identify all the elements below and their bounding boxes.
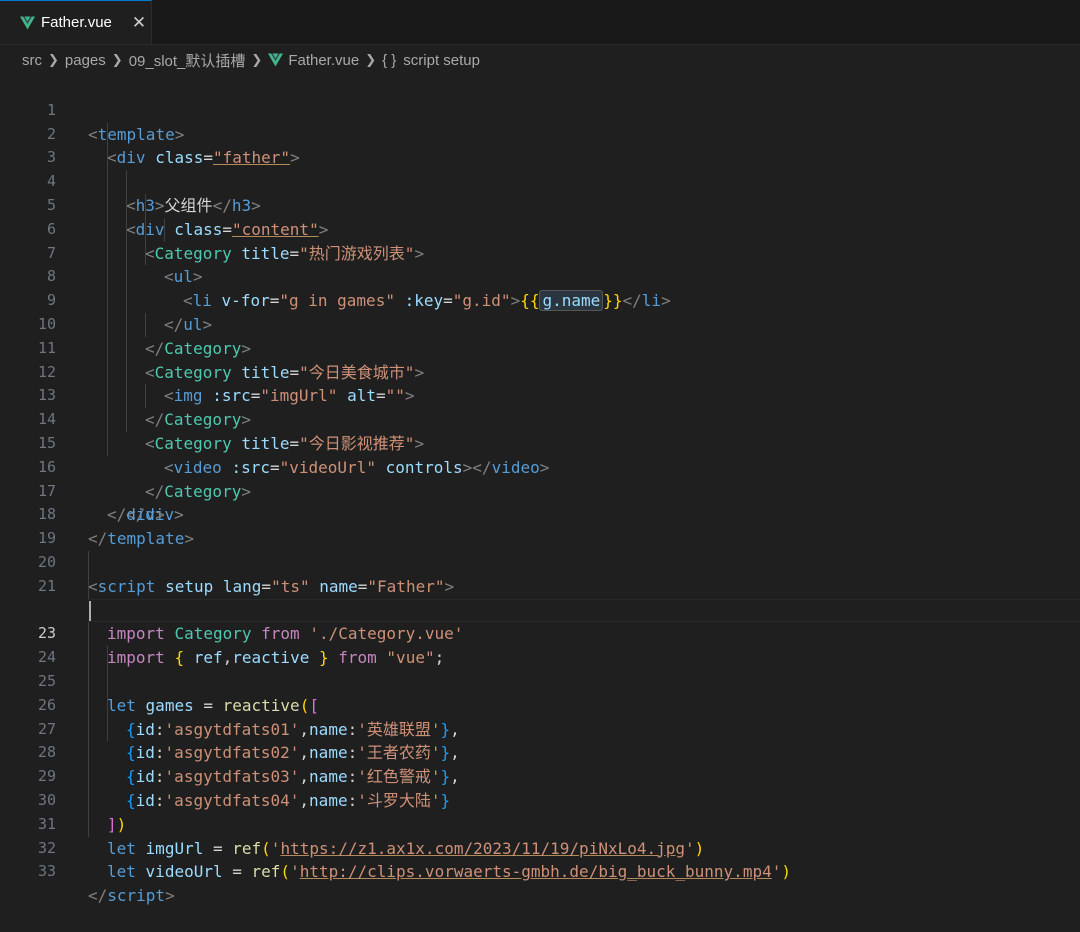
code-line: 29 ]) [0, 741, 1080, 834]
tab-bar: Father.vue ✕ [0, 0, 1080, 45]
code-line: 8 </ul> [0, 241, 1080, 334]
chevron-right-icon: ❯ [365, 52, 377, 68]
code-line: 31 let videoUrl = ref('http://clips.vorw… [0, 788, 1080, 881]
code-line: 16 </div> [0, 431, 1080, 524]
tab-father-vue[interactable]: Father.vue ✕ [0, 0, 152, 44]
braces-icon: { } [382, 51, 397, 69]
tab-label: Father.vue [41, 14, 112, 31]
code-line: 2 <div class="father"> [0, 99, 1080, 168]
code-line: 18 </template> [0, 480, 1080, 548]
code-line: 30 let imgUrl = ref('https://z1.ax1x.com… [0, 765, 1080, 858]
code-line: 33 </script> [0, 837, 1080, 905]
close-icon[interactable]: ✕ [132, 13, 146, 33]
code-line: 28 {id:'asgytdfats04',name:'斗罗大陆'} [0, 717, 1080, 810]
chevron-right-icon: ❯ [48, 52, 59, 68]
code-line: 3 <h3>父组件</h3> [0, 122, 1080, 215]
vue-file-icon [268, 53, 284, 67]
chevron-right-icon: ❯ [111, 52, 123, 68]
code-line-current: 23 [0, 598, 1080, 642]
code-line: 5 <Category title="热门游戏列表"> [0, 170, 1080, 263]
code-line: 4 <div class="content"> [0, 146, 1080, 239]
code-line: 11 <img :src="imgUrl" alt=""> [0, 312, 1080, 405]
code-line: 22 import { ref,reactive } from "vue"; [0, 574, 1080, 667]
code-line: 9 </Category> [0, 265, 1080, 358]
code-line: 15 </Category> [0, 408, 1080, 501]
chevron-right-icon: ❯ [251, 52, 263, 68]
breadcrumb-item-file[interactable]: Father.vue [288, 52, 359, 69]
code-editor[interactable]: 1 <template> 2 <div class="father"> 3 <h… [0, 75, 1080, 905]
code-line: 14 <video :src="videoUrl" controls></vid… [0, 384, 1080, 477]
text-cursor [89, 600, 91, 621]
breadcrumb: src ❯ pages ❯ 09_slot_默认插槽 ❯ Father.vue … [0, 45, 1080, 75]
line-number: 33 [37, 862, 56, 881]
code-line: 27 {id:'asgytdfats03',name:'红色警戒'}, [0, 693, 1080, 786]
code-line: 32 [0, 812, 1080, 857]
code-line: 25 {id:'asgytdfats01',name:'英雄联盟'}, [0, 646, 1080, 739]
breadcrumb-item-pages[interactable]: pages [65, 52, 106, 69]
code-line: 7 <li v-for="g in games" :key="g.id">{{g… [0, 217, 1080, 312]
code-line: 26 {id:'asgytdfats02',name:'王者农药'}, [0, 669, 1080, 762]
vue-file-icon [20, 16, 35, 29]
breadcrumb-item-symbol[interactable]: script setup [403, 52, 480, 69]
code-line: 13 <Category title="今日影视推荐"> [0, 360, 1080, 453]
code-line: 24 let games = reactive([ [0, 622, 1080, 715]
code-line: 10 <Category title="今日美食城市"> [0, 289, 1080, 382]
code-line: 1 <template> [0, 75, 1080, 144]
code-line: 6 <ul> [0, 193, 1080, 286]
breadcrumb-item-src[interactable]: src [22, 52, 42, 69]
code-line: 20 <script setup lang="ts" name="Father"… [0, 527, 1080, 596]
video-url-link[interactable]: http://clips.vorwaerts-gmbh.de/big_buck_… [300, 862, 772, 881]
code-line: 21 import Category from './Category.vue' [0, 550, 1080, 643]
code-line: 19 [0, 503, 1080, 547]
code-line: 17 </div> [0, 456, 1080, 525]
breadcrumb-item-folder[interactable]: 09_slot_默认插槽 [129, 50, 246, 71]
code-line: 12 </Category> [0, 336, 1080, 429]
